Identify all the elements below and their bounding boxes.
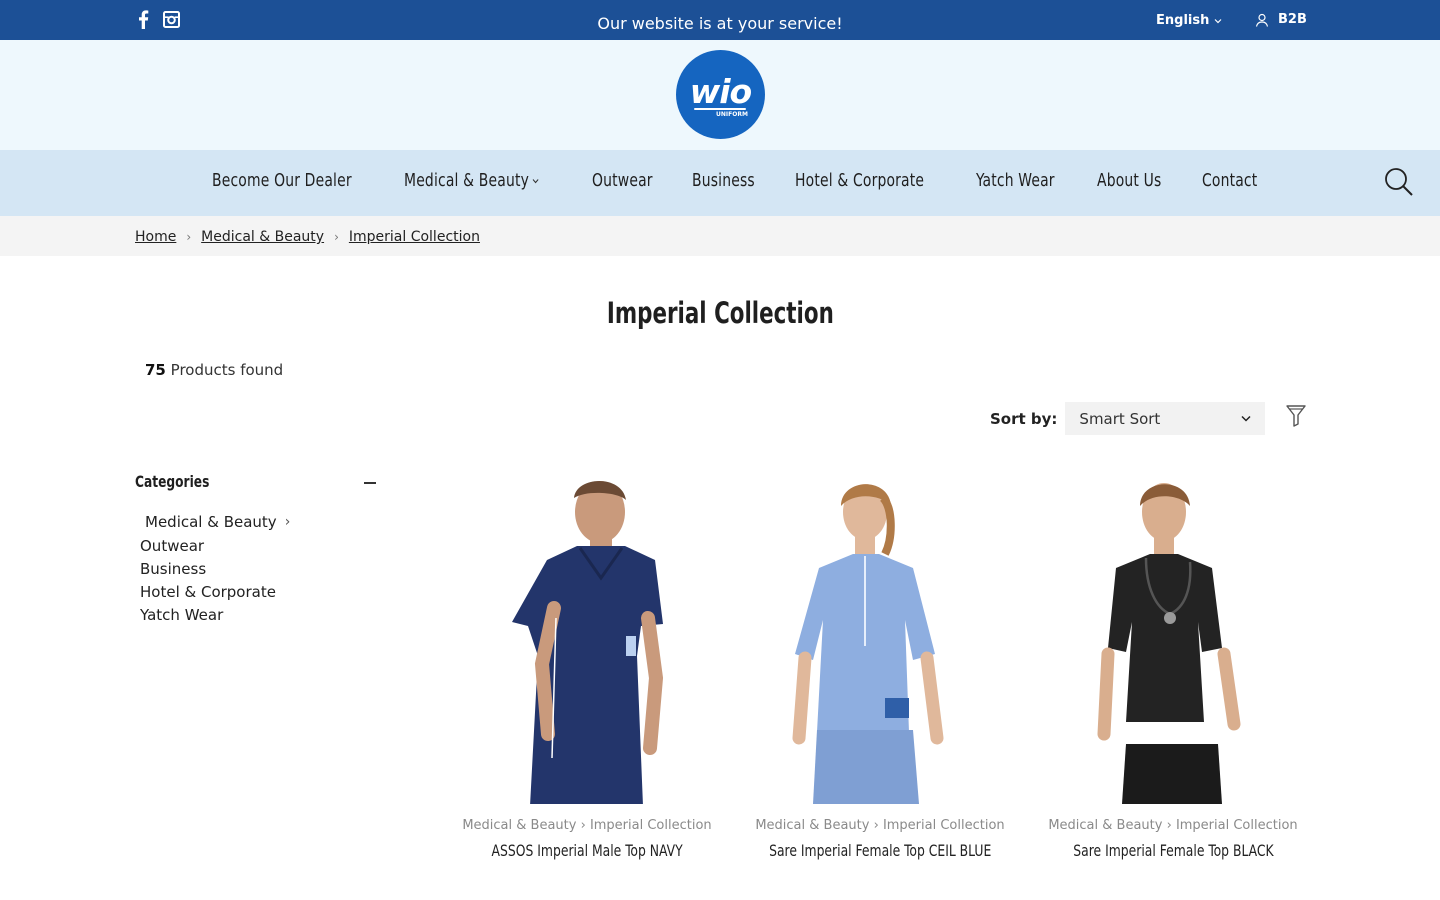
product-image[interactable] — [1038, 468, 1308, 804]
category-item-outwear[interactable]: Outwear — [140, 535, 290, 558]
chevron-right-icon: › — [873, 818, 883, 833]
breadcrumb-bar: Home › Medical & Beauty › Imperial Colle… — [0, 216, 1440, 256]
logo-subtext: UNIFORM — [716, 111, 748, 118]
product-image[interactable] — [452, 468, 722, 806]
nav-label: Business — [692, 170, 756, 191]
category-list: Medical & Beauty › Outwear Business Hote… — [140, 510, 290, 627]
products-found: 75 Products found — [145, 361, 283, 379]
product-name-text: Sare Imperial Female Top BLACK — [1072, 841, 1274, 860]
nav-label: Outwear — [591, 170, 653, 191]
chevron-right-icon: › — [1166, 818, 1176, 833]
category-item-business[interactable]: Business — [140, 558, 290, 581]
filter-icon[interactable] — [1286, 405, 1306, 431]
chevron-right-icon: › — [580, 818, 590, 833]
product-name[interactable]: Sare Imperial Female Top BLACK — [1038, 841, 1308, 860]
nav-item-medical-beauty[interactable]: Medical & Beauty — [404, 170, 540, 191]
b2b-login-link[interactable]: B2B — [1255, 12, 1307, 27]
chevron-right-icon: › — [284, 514, 291, 530]
language-label: English — [1156, 13, 1210, 28]
nav-label: Hotel & Corporate — [795, 170, 925, 191]
product-breadcrumb: Medical & Beauty › Imperial Collection — [452, 818, 722, 833]
sort-select[interactable]: Smart Sort — [1065, 402, 1266, 435]
nav-item-yatch-wear[interactable]: Yatch Wear — [976, 170, 1055, 191]
nav-item-hotel-corporate[interactable]: Hotel & Corporate — [795, 170, 924, 191]
product-breadcrumb: Medical & Beauty › Imperial Collection — [745, 818, 1015, 833]
search-icon[interactable] — [1384, 167, 1414, 201]
category-item-hotel-corporate[interactable]: Hotel & Corporate — [140, 581, 290, 604]
nav-item-become-dealer[interactable]: Become Our Dealer — [212, 170, 352, 191]
category-item-yatch-wear[interactable]: Yatch Wear — [140, 604, 290, 627]
nav-label: Yatch Wear — [975, 170, 1055, 191]
nav-label: About Us — [1097, 170, 1162, 191]
breadcrumb-medical-beauty[interactable]: Medical & Beauty — [201, 229, 324, 245]
nav-item-about-us[interactable]: About Us — [1097, 170, 1161, 191]
product-collection[interactable]: Imperial Collection — [1176, 818, 1298, 833]
chevron-right-icon: › — [186, 230, 192, 244]
logo-swoosh — [694, 108, 746, 110]
language-selector[interactable]: English — [1156, 13, 1222, 28]
page-title: Imperial Collection — [0, 296, 1440, 330]
sort-value: Smart Sort — [1079, 409, 1161, 428]
product-card[interactable]: Medical & Beauty › Imperial Collection S… — [1038, 468, 1308, 860]
products-count: 75 — [145, 361, 166, 379]
user-icon — [1255, 13, 1269, 27]
site-tagline: Our website is at your service! — [597, 14, 843, 33]
breadcrumb-home[interactable]: Home — [135, 229, 176, 245]
nav-label: Become Our Dealer — [212, 170, 352, 191]
nav-item-outwear[interactable]: Outwear — [592, 170, 653, 191]
product-category[interactable]: Medical & Beauty — [1048, 818, 1162, 833]
product-collection[interactable]: Imperial Collection — [590, 818, 712, 833]
product-image[interactable] — [745, 468, 1015, 804]
logo-text: wio — [689, 72, 752, 111]
chevron-right-icon: › — [334, 230, 339, 244]
chevron-down-icon — [1241, 415, 1251, 422]
product-breadcrumb: Medical & Beauty › Imperial Collection — [1038, 818, 1308, 833]
breadcrumb: Home › Medical & Beauty › Imperial Colle… — [135, 229, 480, 245]
product-category[interactable]: Medical & Beauty — [755, 818, 869, 833]
product-name-text: Sare Imperial Female Top CEIL BLUE — [768, 841, 992, 860]
nav-label: Medical & Beauty — [404, 170, 530, 191]
chevron-down-icon — [533, 178, 540, 183]
category-item-medical-beauty[interactable]: Medical & Beauty › — [140, 510, 290, 535]
category-label: Medical & Beauty — [145, 513, 277, 531]
nav-label: Contact — [1202, 170, 1258, 191]
product-name-text: ASSOS Imperial Male Top NAVY — [491, 841, 683, 860]
product-name[interactable]: ASSOS Imperial Male Top NAVY — [452, 841, 722, 860]
products-found-label: Products found — [170, 361, 284, 379]
top-bar: Our website is at your service! English … — [0, 0, 1440, 40]
wio-logo[interactable]: wio UNIFORM — [676, 50, 765, 139]
sort-control: Sort by: Smart Sort — [990, 402, 1266, 435]
product-category[interactable]: Medical & Beauty — [462, 818, 576, 833]
page-title-text: Imperial Collection — [606, 296, 834, 330]
categories-heading-text: Categories — [135, 472, 210, 491]
product-card[interactable]: Medical & Beauty › Imperial Collection A… — [452, 468, 722, 860]
categories-heading: Categories — [135, 472, 222, 491]
product-collection[interactable]: Imperial Collection — [883, 818, 1005, 833]
collapse-minus-icon[interactable] — [364, 482, 376, 484]
chevron-down-icon — [1214, 18, 1222, 23]
nav-item-contact[interactable]: Contact — [1202, 170, 1257, 191]
product-name[interactable]: Sare Imperial Female Top CEIL BLUE — [745, 841, 1015, 860]
nav-item-business[interactable]: Business — [692, 170, 755, 191]
b2b-label: B2B — [1278, 12, 1307, 27]
main-navigation: Become Our Dealer Medical & Beauty Outwe… — [0, 150, 1440, 216]
sort-label: Sort by: — [990, 409, 1058, 428]
product-card[interactable]: Medical & Beauty › Imperial Collection S… — [745, 468, 1015, 860]
breadcrumb-imperial-collection[interactable]: Imperial Collection — [349, 229, 480, 245]
